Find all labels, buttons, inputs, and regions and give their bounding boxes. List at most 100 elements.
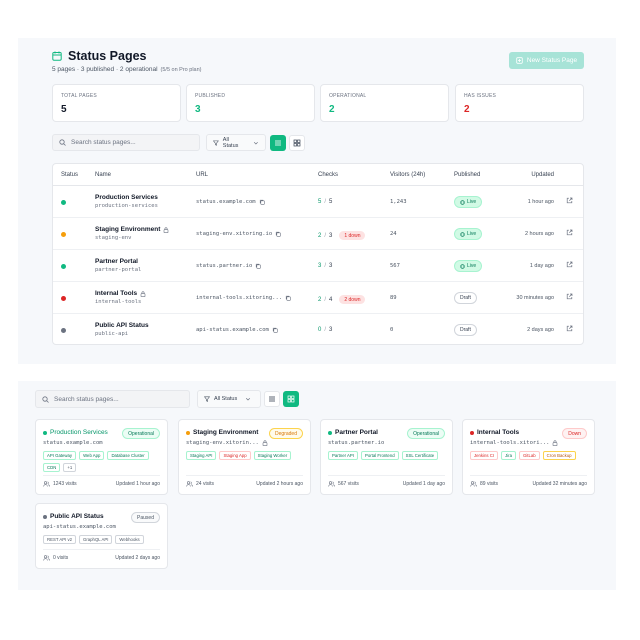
card-title[interactable]: Staging Environment: [193, 429, 258, 436]
monitor-tag: REST API v2: [43, 535, 76, 544]
page-url[interactable]: api-status.example.com: [196, 327, 269, 333]
table-row[interactable]: Public API Status public-api api-status.ex…: [53, 314, 583, 344]
monitor-tags: Jenkins CI Jira GitLab Cron Backup: [470, 451, 588, 460]
updated-time: 1 hour ago: [527, 199, 554, 205]
page-name-cell[interactable]: Staging Environment: [95, 226, 169, 233]
status-badge: Degraded: [269, 428, 303, 439]
page-url[interactable]: status.partner.io: [328, 440, 384, 446]
external-link-icon: [566, 197, 573, 204]
page-url[interactable]: status.example.com: [43, 440, 103, 446]
page-name-cell[interactable]: Partner Portal: [95, 258, 138, 265]
monitor-tag: Database Cluster: [107, 451, 149, 460]
copy-icon[interactable]: [259, 199, 265, 205]
search-input[interactable]: [71, 139, 181, 146]
col-published[interactable]: Published: [454, 172, 480, 178]
search-box[interactable]: [35, 390, 190, 408]
checks-ok: 5: [318, 199, 322, 205]
status-card[interactable]: Staging Environment Degraded staging-env.x…: [178, 419, 311, 495]
list-view-button[interactable]: [264, 391, 280, 407]
external-link-icon: [566, 229, 573, 236]
open-page-button[interactable]: [566, 261, 573, 270]
published-label: Live: [467, 263, 477, 269]
open-page-button[interactable]: [566, 229, 573, 238]
down-badge: 1 down: [339, 231, 366, 240]
page-url[interactable]: internal-tools.xitoring...: [196, 295, 282, 301]
checks-cell: 0/3: [318, 327, 332, 333]
card-header: Public API Status: [43, 513, 104, 520]
stat-card-issues: Has Issues 2: [455, 84, 584, 122]
list-view-button[interactable]: [270, 135, 286, 151]
copy-icon[interactable]: [255, 263, 261, 269]
lock-icon: [140, 290, 146, 297]
card-footer: 1243 visits Updated 1 hour ago: [43, 475, 160, 487]
copy-icon[interactable]: [275, 231, 281, 237]
page-url[interactable]: api-status.example.com: [43, 524, 116, 530]
page-url[interactable]: status.example.com: [196, 199, 256, 205]
card-title[interactable]: Partner Portal: [335, 429, 378, 436]
card-footer: 24 visits Updated 2 hours ago: [186, 475, 303, 487]
page-name-cell[interactable]: Internal Tools: [95, 290, 146, 297]
page-slug: internal-tools: [95, 299, 142, 305]
page-name-cell[interactable]: Public API Status: [95, 322, 149, 329]
page-name-cell[interactable]: Production Services: [95, 194, 158, 201]
visitors-count: 89: [390, 295, 397, 301]
col-name[interactable]: Name: [95, 172, 111, 178]
new-status-page-button[interactable]: New Status Page: [509, 52, 584, 69]
card-title[interactable]: Production Services: [50, 429, 108, 436]
table-row[interactable]: Production Services production-services st…: [53, 186, 583, 218]
checks-cell: 5/5: [318, 199, 332, 205]
status-card[interactable]: Public API Status Paused api-status.exampl…: [35, 503, 168, 569]
status-filter-select[interactable]: All Status: [206, 134, 266, 151]
published-label: Draft: [460, 295, 471, 301]
chevron-down-icon: [254, 141, 259, 144]
card-title[interactable]: Internal Tools: [477, 429, 519, 436]
table-row[interactable]: Staging Environment staging-env staging-en…: [53, 218, 583, 250]
page-slug: partner-portal: [95, 267, 142, 273]
status-card[interactable]: Internal Tools Down internal-tools.xitori.…: [462, 419, 595, 495]
table-row[interactable]: Internal Tools internal-tools internal-too…: [53, 282, 583, 314]
table-row[interactable]: Partner Portal partner-portal status.partn…: [53, 250, 583, 282]
checks-cell: 3/3: [318, 263, 332, 269]
status-card[interactable]: Production Services Operational status.exa…: [35, 419, 168, 495]
col-url[interactable]: URL: [196, 172, 208, 178]
open-page-button[interactable]: [566, 293, 573, 302]
col-visitors[interactable]: Visitors (24h): [390, 172, 425, 178]
page-slug: public-api: [95, 331, 129, 337]
visits-stat: 1243 visits: [43, 481, 77, 487]
monitor-tag: Staging API: [186, 451, 217, 460]
search-input[interactable]: [54, 395, 164, 403]
checks-total: 3: [329, 327, 333, 333]
monitor-tags: API Gateway Web App Database Cluster CDN +1: [43, 451, 161, 472]
col-status[interactable]: Status: [61, 172, 78, 178]
status-dot: [61, 295, 66, 301]
grid-view-button[interactable]: [289, 135, 305, 151]
col-updated[interactable]: Updated: [531, 172, 554, 178]
search-box[interactable]: [52, 134, 200, 151]
open-page-button[interactable]: [566, 325, 573, 334]
monitor-tag: +1: [63, 463, 77, 472]
grid-view-button[interactable]: [283, 391, 299, 407]
status-badge: Operational: [407, 428, 445, 439]
url-cell: internal-tools.xitoring...: [196, 295, 291, 301]
page-url[interactable]: staging-env.xitoring.io: [196, 231, 272, 237]
copy-icon[interactable]: [285, 295, 291, 301]
visits-count: 1243 visits: [53, 481, 77, 487]
page-url[interactable]: internal-tools.xitori...: [470, 440, 549, 446]
monitor-tags: REST API v2 GraphQL API Webhooks: [43, 535, 161, 544]
status-filter-select[interactable]: All Status: [197, 390, 261, 408]
status-badge: Paused: [131, 512, 160, 523]
page-url[interactable]: staging-env.xitorin...: [186, 440, 259, 446]
col-checks[interactable]: Checks: [318, 172, 338, 178]
stat-value: 3: [195, 104, 201, 115]
url-cell: status.example.com: [196, 199, 265, 205]
checks-cell: 2/4 2 down: [318, 295, 366, 304]
card-title[interactable]: Public API Status: [50, 513, 104, 520]
calendar-icon: [52, 51, 62, 61]
page-url[interactable]: status.partner.io: [196, 263, 252, 269]
page-name: Production Services: [95, 194, 158, 201]
status-card[interactable]: Partner Portal Operational status.partner.…: [320, 419, 453, 495]
visits-stat: 0 visits: [43, 555, 68, 561]
open-page-button[interactable]: [566, 197, 573, 206]
card-header: Internal Tools: [470, 429, 519, 436]
copy-icon[interactable]: [272, 327, 278, 333]
